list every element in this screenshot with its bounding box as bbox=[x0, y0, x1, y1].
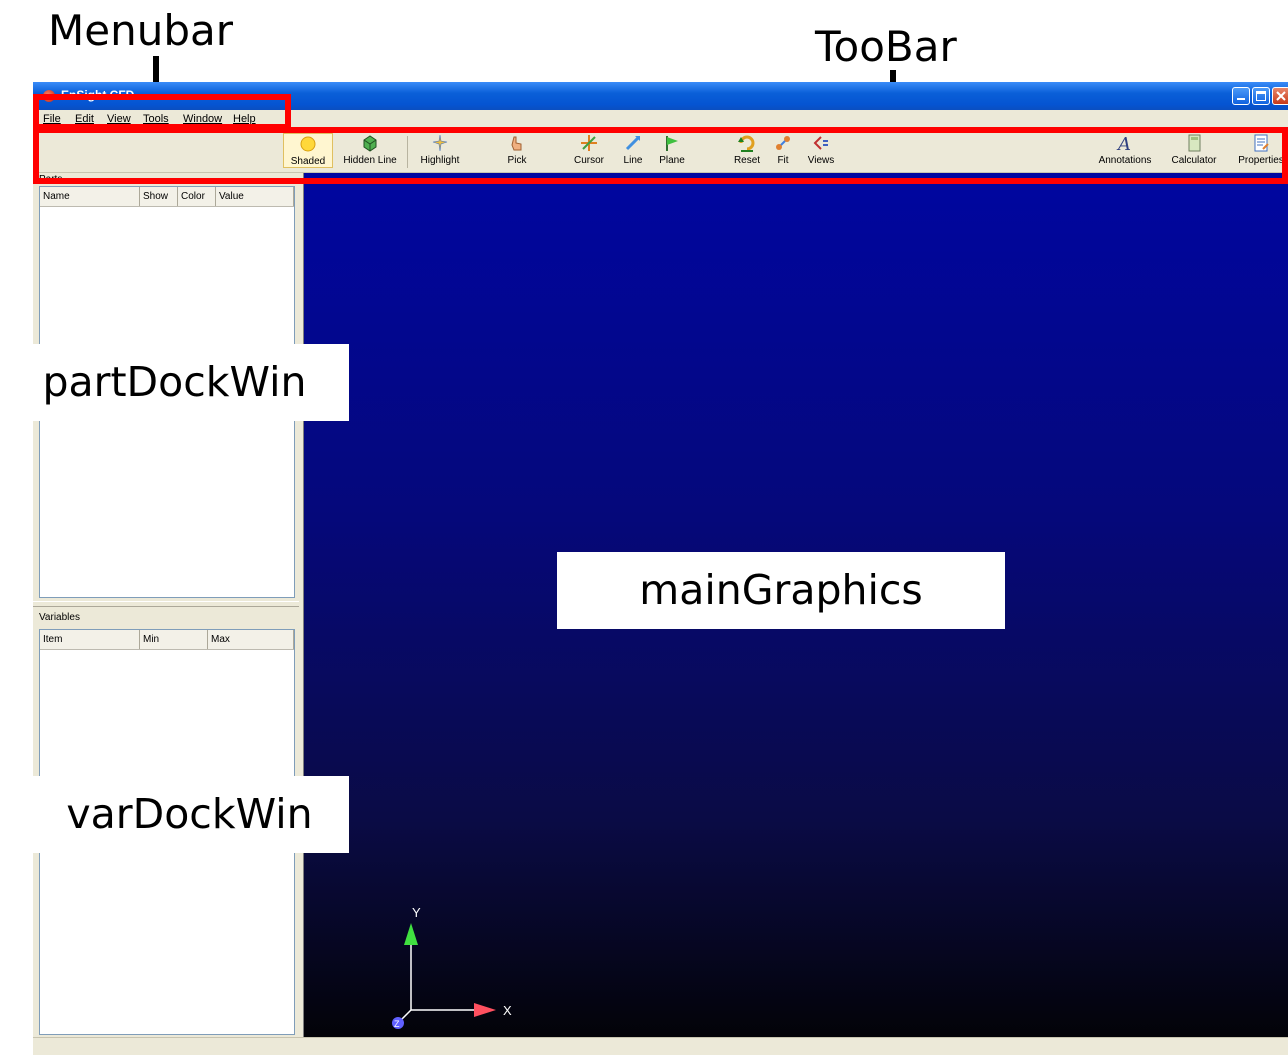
menu-window[interactable]: Window bbox=[183, 113, 222, 125]
parts-list-header: Name Show Color Value bbox=[40, 187, 294, 207]
part-dock-callout: partDockWin bbox=[0, 344, 349, 421]
tool-pick[interactable]: Pick bbox=[497, 133, 537, 166]
y-axis-label: Y bbox=[412, 905, 421, 920]
toolbar-annotation-label: TooBar bbox=[815, 22, 957, 71]
column-header-value[interactable]: Value bbox=[216, 187, 294, 206]
tool-label: Properties bbox=[1238, 155, 1284, 166]
tool-fit[interactable]: Fit bbox=[767, 133, 799, 166]
tool-label: Calculator bbox=[1171, 155, 1217, 166]
flag-icon bbox=[666, 136, 678, 151]
menu-view[interactable]: View bbox=[107, 113, 131, 125]
menubar-annotation-label: Menubar bbox=[48, 6, 233, 55]
toolbar-separator bbox=[407, 136, 408, 168]
close-icon bbox=[1276, 91, 1286, 101]
minimize-button[interactable] bbox=[1232, 87, 1250, 105]
tool-line[interactable]: Line bbox=[617, 133, 649, 166]
menu-help[interactable]: Help bbox=[233, 113, 256, 125]
maximize-button[interactable] bbox=[1252, 87, 1270, 105]
hand-icon bbox=[511, 136, 522, 151]
column-header-color[interactable]: Color bbox=[178, 187, 216, 206]
properties-icon bbox=[1254, 134, 1269, 152]
variables-dock-title: Variables bbox=[39, 612, 80, 623]
tool-label: Line bbox=[623, 155, 643, 166]
column-header-max[interactable]: Max bbox=[208, 630, 294, 649]
tool-calculator[interactable]: Calculator bbox=[1165, 133, 1223, 166]
tool-views[interactable]: Views bbox=[801, 133, 841, 166]
column-header-item[interactable]: Item bbox=[40, 630, 140, 649]
z-axis-label: Z bbox=[394, 1019, 400, 1029]
tool-label: Fit bbox=[777, 155, 789, 166]
column-header-show[interactable]: Show bbox=[140, 187, 178, 206]
tool-hidden-line[interactable]: Hidden Line bbox=[337, 133, 403, 166]
cube-icon bbox=[363, 135, 377, 152]
tool-label: Views bbox=[807, 155, 835, 166]
tool-label: Highlight bbox=[420, 155, 460, 166]
sun-icon bbox=[300, 136, 316, 152]
column-header-min[interactable]: Min bbox=[140, 630, 208, 649]
close-button[interactable] bbox=[1272, 87, 1288, 105]
minimize-icon bbox=[1237, 98, 1245, 100]
parts-dock-title: Parts bbox=[39, 174, 63, 185]
crosshair-icon bbox=[581, 135, 597, 151]
views-icon bbox=[813, 136, 828, 150]
calculator-icon bbox=[1188, 134, 1201, 152]
tool-label: Hidden Line bbox=[343, 155, 397, 166]
tool-shaded[interactable]: Shaded bbox=[283, 133, 333, 168]
fit-icon bbox=[776, 136, 790, 150]
tool-highlight[interactable]: Highlight bbox=[413, 133, 467, 166]
toolbar: Shaded Hidden Line Highlight Pick Cursor… bbox=[33, 130, 1288, 173]
annotation-a-icon: A bbox=[1116, 134, 1131, 153]
tool-cursor[interactable]: Cursor bbox=[569, 133, 609, 166]
tool-label: Reset bbox=[733, 155, 761, 166]
title-bar[interactable]: EnSight CFD bbox=[33, 82, 1288, 110]
sparkle-icon bbox=[432, 134, 448, 152]
menu-tools[interactable]: Tools bbox=[143, 113, 169, 125]
column-header-name[interactable]: Name bbox=[40, 187, 140, 206]
tool-label: Cursor bbox=[573, 155, 604, 166]
y-axis-arrowhead bbox=[404, 923, 418, 945]
tool-label: Plane bbox=[659, 155, 685, 166]
tool-properties[interactable]: Properties bbox=[1231, 133, 1288, 166]
app-icon bbox=[43, 90, 55, 102]
tool-reset[interactable]: Reset bbox=[727, 133, 767, 166]
x-axis-label: X bbox=[503, 1003, 512, 1018]
var-dock-callout: varDockWin bbox=[30, 776, 349, 853]
main-graphics-callout: mainGraphics bbox=[557, 552, 1005, 629]
menubar: File Edit View Tools Window Help bbox=[33, 110, 1288, 130]
x-axis-arrowhead bbox=[474, 1003, 496, 1017]
menubar-annotation-arrow bbox=[145, 56, 167, 98]
status-bar bbox=[33, 1037, 1288, 1055]
maximize-icon bbox=[1256, 91, 1266, 101]
svg-text:A: A bbox=[1116, 134, 1131, 153]
variables-list-header: Item Min Max bbox=[40, 630, 294, 650]
menu-file[interactable]: File bbox=[43, 113, 61, 125]
tool-label: Shaded bbox=[290, 156, 326, 167]
tool-plane[interactable]: Plane bbox=[653, 133, 691, 166]
tool-label: Pick bbox=[507, 155, 527, 166]
tool-annotations[interactable]: A Annotations bbox=[1091, 133, 1159, 166]
tool-label: Annotations bbox=[1098, 155, 1152, 166]
line-arrow-icon bbox=[625, 136, 640, 151]
window-title: EnSight CFD bbox=[61, 88, 135, 102]
menu-edit[interactable]: Edit bbox=[75, 113, 94, 125]
reset-icon bbox=[738, 135, 755, 152]
